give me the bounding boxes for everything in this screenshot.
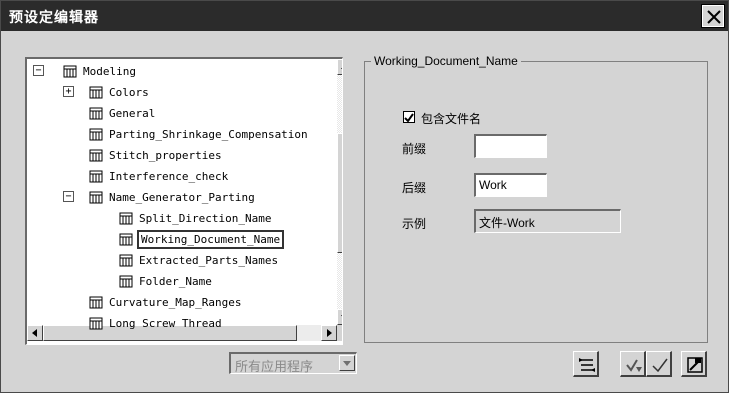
tree-item[interactable]: Interference_check (89, 166, 228, 186)
tree-item[interactable]: Curvature_Map_Ranges (89, 292, 241, 312)
arrow-down-icon (341, 315, 342, 317)
preset-tree[interactable]: Modeling − Colors + General Parting_Shrinkage… (25, 57, 343, 345)
collapse-toggle[interactable]: − (33, 65, 44, 76)
scroll-thumb[interactable] (337, 133, 342, 253)
preset-editor-window: 预设定编辑器 Modeling − Colors + General Parti… (0, 0, 729, 393)
chevron-down-icon (343, 361, 351, 366)
folder-icon (119, 254, 133, 266)
scroll-right-button[interactable] (321, 325, 337, 341)
tree-item-label: Curvature_Map_Ranges (109, 295, 242, 309)
tree-item-label: Long Screw Thread (109, 316, 222, 330)
folder-icon (119, 275, 133, 287)
tree-item-label: Modeling (83, 64, 136, 78)
folder-icon (89, 296, 103, 308)
tree-item-label: Stitch_properties (109, 148, 222, 162)
reset-button[interactable] (620, 351, 646, 377)
arrow-up-icon (341, 67, 342, 69)
suffix-input[interactable]: Work (474, 173, 547, 197)
suffix-label: 后缀 (402, 181, 427, 195)
tree-item[interactable]: Working_Document_Name (119, 229, 285, 249)
tree-item[interactable]: Modeling (63, 61, 136, 81)
group-title: Working_Document_Name (371, 54, 521, 68)
folder-icon (89, 86, 103, 98)
working-document-name-group (364, 61, 708, 343)
scroll-left-button[interactable] (27, 325, 43, 341)
tree-item-label: Colors (109, 85, 149, 99)
arrow-left-icon (32, 329, 37, 337)
close-button[interactable] (701, 4, 725, 28)
dropdown-arrow-button[interactable] (339, 355, 355, 371)
scroll-down-button[interactable] (337, 309, 342, 325)
tree-item[interactable]: Name_Generator_Parting (89, 187, 255, 207)
folder-icon (89, 317, 103, 329)
import-export-icon (579, 358, 595, 372)
folder-icon (89, 149, 103, 161)
close-icon (707, 10, 721, 24)
folder-icon (89, 191, 103, 203)
scroll-up-button[interactable] (337, 59, 342, 75)
tree-item[interactable]: Stitch_properties (89, 145, 222, 165)
window-title: 预设定编辑器 (9, 10, 99, 26)
tree-item[interactable]: Split_Direction_Name (119, 208, 271, 228)
collapse-toggle[interactable]: − (63, 191, 74, 202)
expand-toggle[interactable]: + (63, 86, 74, 97)
application-filter-value: 所有应用程序 (235, 359, 314, 374)
folder-icon (89, 170, 103, 182)
example-value-field: 文件-Work (474, 209, 621, 233)
folder-icon (89, 107, 103, 119)
folder-icon (89, 128, 103, 140)
tree-item[interactable]: Folder_Name (119, 271, 212, 291)
checkmark-icon (404, 113, 414, 123)
example-label: 示例 (402, 217, 427, 231)
tree-item-label: General (109, 106, 156, 120)
tree-vertical-scrollbar[interactable] (337, 59, 342, 325)
application-filter-dropdown[interactable]: 所有应用程序 (229, 352, 357, 374)
arrow-right-icon (327, 329, 332, 337)
tree-item[interactable]: Extracted_Parts_Names (119, 250, 278, 270)
save-icon (687, 357, 703, 373)
tree-item[interactable]: General (89, 103, 155, 123)
import-export-button[interactable] (573, 351, 599, 377)
prefix-input[interactable] (474, 134, 547, 158)
include-filename-label: 包含文件名 (421, 112, 482, 126)
tree-item[interactable]: Colors (89, 82, 149, 102)
prefix-label: 前缀 (402, 142, 427, 156)
tree-item[interactable]: Parting_Shrinkage_Compensation (89, 124, 308, 144)
tree-item[interactable]: Long Screw Thread (89, 313, 222, 333)
tree-item-label: Interference_check (109, 169, 229, 183)
tree-item-label: Split_Direction_Name (139, 211, 272, 225)
save-button[interactable] (681, 351, 707, 377)
title-bar: 预设定编辑器 (1, 1, 728, 31)
tree-item-label: Name_Generator_Parting (109, 190, 255, 204)
folder-icon (119, 212, 133, 224)
include-filename-checkbox[interactable] (403, 111, 415, 123)
tree-item-label: Folder_Name (139, 274, 212, 288)
tree-item-label: Extracted_Parts_Names (139, 253, 279, 267)
apply-button[interactable] (646, 351, 672, 377)
scroll-corner (337, 325, 342, 341)
folder-icon (63, 65, 77, 77)
reset-icon (626, 359, 642, 372)
folder-icon (119, 233, 133, 245)
tree-item-label: Parting_Shrinkage_Compensation (109, 127, 308, 141)
apply-check-icon (652, 358, 668, 373)
tree-item-label: Working_Document_Name (137, 229, 285, 249)
